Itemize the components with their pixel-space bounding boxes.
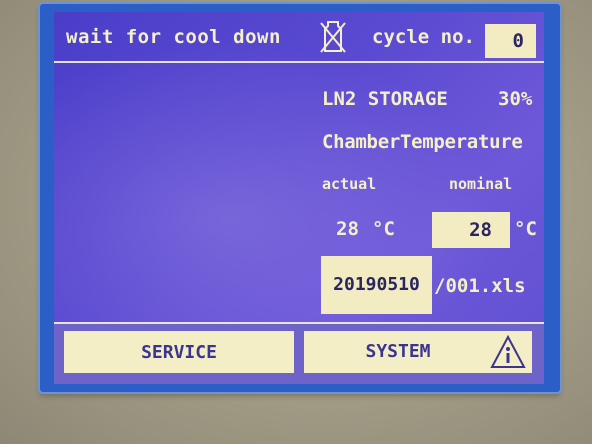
system-button[interactable]: SYSTEM [304,331,532,373]
file-name-field[interactable]: 20190510 [321,256,432,314]
nominal-temperature-field[interactable]: 28 [432,212,510,248]
bottom-button-bar: SERVICE SYSTEM [54,322,544,384]
cycle-label: cycle no. [372,26,475,48]
ln2-storage-label: LN2 STORAGE [322,88,448,110]
file-suffix: /001.xls [434,275,526,297]
no-cooling-icon [320,21,346,53]
actual-temperature-value: 28 [336,218,359,240]
actual-label: actual [322,175,377,193]
actual-temperature-unit: °C [372,218,395,240]
lcd-screen: wait for cool down cycle no. 0 LN2 STORA… [54,12,544,384]
info-warning-icon [490,335,526,368]
ln2-storage-value: 30% [498,88,533,110]
chamber-temperature-title: ChamberTemperature [322,131,523,153]
nominal-label: nominal [449,175,513,193]
nominal-temperature-unit: °C [514,218,537,240]
status-header: wait for cool down cycle no. 0 [54,12,544,63]
system-button-label: SYSTEM [365,341,431,362]
cycle-number-field[interactable]: 0 [485,24,536,58]
service-button[interactable]: SERVICE [64,331,294,373]
status-message: wait for cool down [66,26,281,48]
